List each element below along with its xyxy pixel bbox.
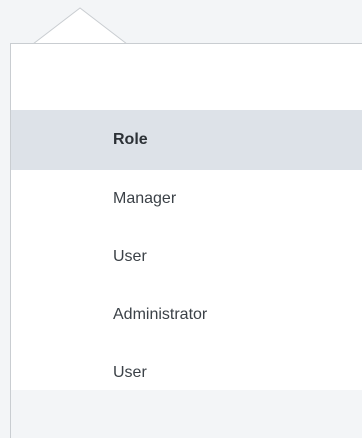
option-administrator[interactable]: Administrator [11,286,362,344]
option-user[interactable]: User [11,228,362,286]
role-options-list: Role Manager User Administrator User [11,110,362,402]
option-manager[interactable]: Manager [11,170,362,228]
role-header: Role [11,110,362,170]
dropdown-top-padding [11,44,362,110]
dropdown-pointer [32,7,128,45]
dropdown-footer [11,390,362,438]
role-dropdown-menu: Role Manager User Administrator User [10,43,362,438]
